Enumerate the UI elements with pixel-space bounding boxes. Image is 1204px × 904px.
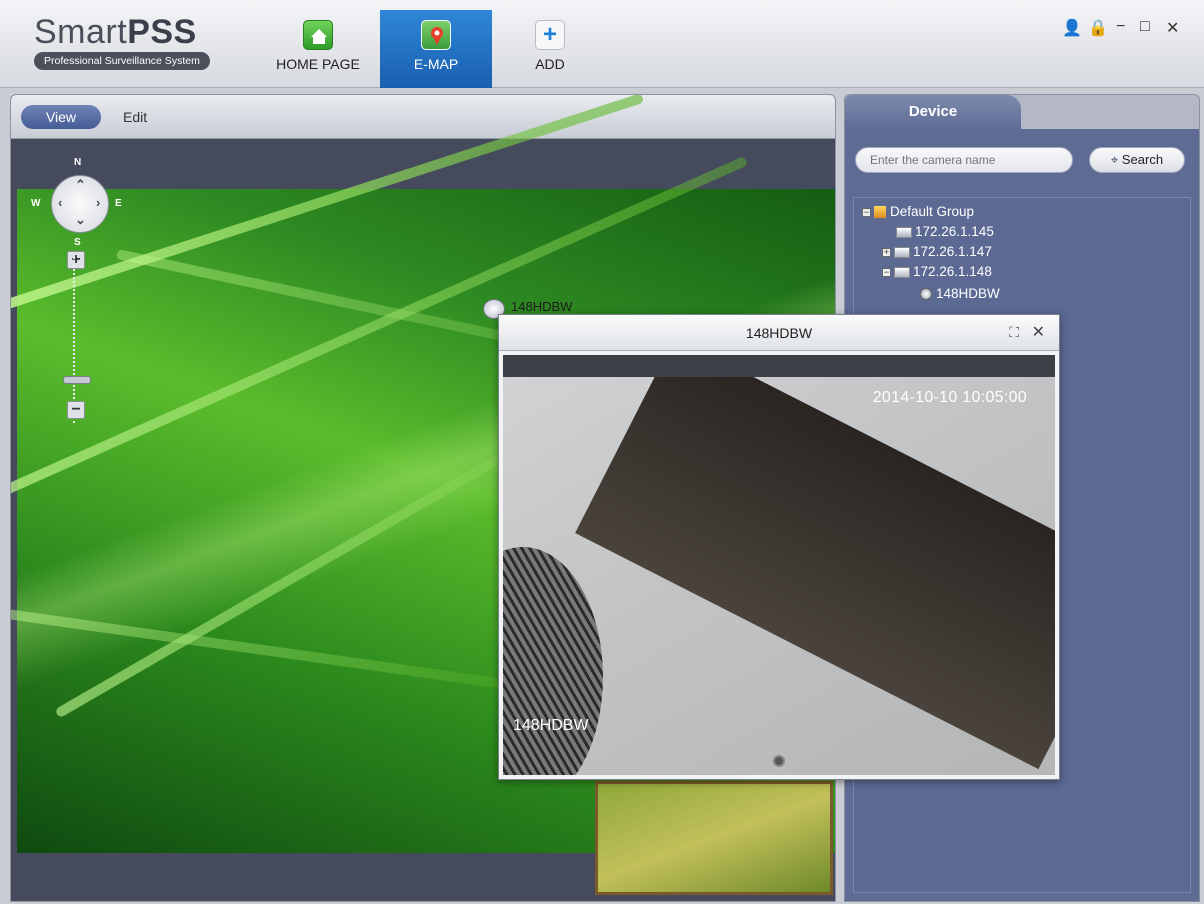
tree-item-label: 172.26.1.145 bbox=[915, 224, 994, 239]
logo-subtitle: Professional Surveillance System bbox=[34, 52, 210, 70]
video-popup[interactable]: 148HDBW ⛶ ✕ 2014-10-10 10:05:00 148HDBW bbox=[498, 314, 1060, 780]
tree-item-label: 172.26.1.148 bbox=[913, 264, 992, 279]
nav-add-label: ADD bbox=[535, 56, 565, 72]
nav-add[interactable]: + ADD bbox=[510, 10, 590, 88]
device-icon bbox=[894, 266, 910, 278]
close-button[interactable]: ✕ bbox=[1166, 18, 1179, 38]
binoculars-icon: ⌖ bbox=[1110, 152, 1119, 167]
tab-edit[interactable]: Edit bbox=[123, 105, 147, 129]
expand-icon[interactable]: + bbox=[882, 247, 891, 257]
device-icon bbox=[894, 246, 910, 258]
zoom-slider-track[interactable] bbox=[73, 257, 81, 423]
map-icon bbox=[421, 20, 451, 50]
logo-title: SmartPSS bbox=[34, 14, 234, 50]
compass-w-label: W bbox=[31, 198, 41, 209]
nav-e-map-label: E-MAP bbox=[413, 56, 459, 72]
group-icon bbox=[874, 206, 886, 219]
video-view[interactable]: 2014-10-10 10:05:00 148HDBW bbox=[503, 355, 1055, 775]
pan-right-icon[interactable]: › bbox=[96, 195, 100, 210]
user-icon[interactable]: 👤 bbox=[1062, 18, 1082, 38]
nav-e-map[interactable]: E-MAP bbox=[380, 10, 492, 88]
video-scene-object bbox=[575, 377, 1055, 770]
tab-device[interactable]: Device bbox=[845, 95, 1021, 129]
tree-item-label: 148HDBW bbox=[936, 286, 1000, 301]
camera-marker-label: 148HDBW bbox=[511, 299, 573, 314]
collapse-icon[interactable]: − bbox=[882, 267, 891, 277]
tab-view[interactable]: View bbox=[21, 105, 101, 129]
camera-dot-icon bbox=[773, 755, 785, 767]
close-icon[interactable]: ✕ bbox=[1032, 322, 1045, 342]
tree-item-device[interactable]: − 172.26.1.148 bbox=[882, 264, 992, 279]
device-icon bbox=[896, 226, 912, 238]
tree-item-camera[interactable]: 148HDBW bbox=[920, 286, 1000, 301]
compass-pan-control[interactable]: ⌃ ⌄ ‹ › bbox=[51, 175, 109, 233]
fullscreen-icon[interactable]: ⛶ bbox=[1009, 324, 1019, 341]
compass-n-label: N bbox=[74, 157, 82, 168]
tree-item-label: 172.26.1.147 bbox=[913, 244, 992, 259]
tree-item-device[interactable]: 172.26.1.145 bbox=[896, 224, 994, 239]
logo-title-bold: PSS bbox=[127, 13, 197, 51]
home-icon bbox=[303, 20, 333, 50]
app-logo: SmartPSS Professional Surveillance Syste… bbox=[34, 14, 234, 70]
popup-title: 148HDBW bbox=[745, 325, 813, 341]
tree-item-device[interactable]: +172.26.1.147 bbox=[882, 244, 992, 259]
video-frame: 2014-10-10 10:05:00 148HDBW bbox=[503, 377, 1055, 775]
search-button[interactable]: ⌖ Search bbox=[1089, 147, 1185, 173]
camera-icon bbox=[920, 288, 932, 301]
camera-search-input[interactable] bbox=[855, 147, 1073, 173]
logo-title-plain: Smart bbox=[34, 13, 128, 51]
lock-icon[interactable]: 🔒 bbox=[1088, 18, 1108, 38]
search-button-label: Search bbox=[1121, 152, 1164, 167]
minimize-button[interactable]: − bbox=[1116, 18, 1125, 36]
pan-up-icon[interactable]: ⌃ bbox=[75, 177, 86, 193]
compass-s-label: S bbox=[74, 237, 81, 248]
pan-left-icon[interactable]: ‹ bbox=[58, 195, 62, 210]
nav-home-label: HOME PAGE bbox=[276, 56, 360, 72]
map-thumbnail[interactable] bbox=[595, 781, 833, 895]
tree-item-label: Default Group bbox=[890, 204, 975, 219]
zoom-out-button[interactable]: − bbox=[67, 401, 85, 419]
top-bar: SmartPSS Professional Surveillance Syste… bbox=[0, 0, 1204, 88]
pan-down-icon[interactable]: ⌄ bbox=[75, 212, 86, 228]
maximize-button[interactable]: □ bbox=[1140, 18, 1150, 36]
plus-icon: + bbox=[535, 20, 565, 50]
collapse-icon[interactable]: − bbox=[862, 207, 871, 217]
nav-home-page[interactable]: HOME PAGE bbox=[262, 10, 374, 88]
video-scene-mesh bbox=[503, 547, 603, 775]
osd-channel-name: 148HDBW bbox=[513, 717, 589, 734]
tree-item-default-group[interactable]: − Default Group bbox=[862, 204, 974, 219]
popup-header[interactable]: 148HDBW ⛶ ✕ bbox=[499, 315, 1059, 351]
osd-timestamp: 2014-10-10 10:05:00 bbox=[872, 389, 1027, 406]
compass-e-label: E bbox=[115, 198, 122, 209]
zoom-slider-knob[interactable] bbox=[63, 376, 91, 384]
map-tabs: View Edit bbox=[11, 95, 835, 139]
